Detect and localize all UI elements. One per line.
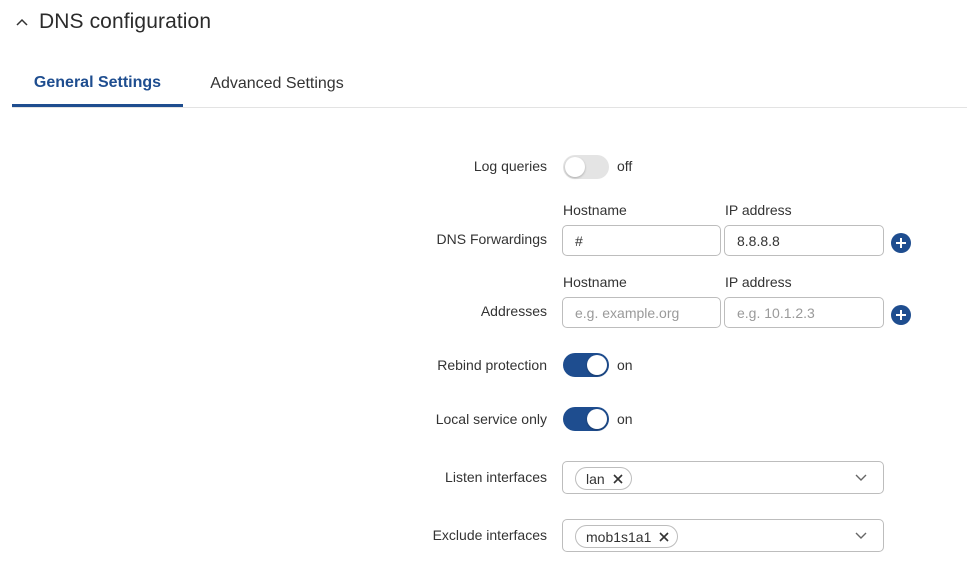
tab-advanced-settings[interactable]: Advanced Settings xyxy=(195,62,359,106)
close-icon[interactable] xyxy=(613,473,623,484)
add-address-button[interactable] xyxy=(891,305,911,325)
addresses-hostname-input[interactable] xyxy=(562,297,721,328)
tab-bar: General Settings Advanced Settings xyxy=(12,62,967,108)
addresses-ip-header: IP address xyxy=(725,274,792,290)
dns-forwardings-hostname-header: Hostname xyxy=(563,202,627,218)
rebind-protection-label: Rebind protection xyxy=(437,357,547,373)
dns-forwardings-ip-input[interactable] xyxy=(724,225,884,256)
toggle-knob xyxy=(587,409,607,429)
exclude-interfaces-label: Exclude interfaces xyxy=(432,527,547,543)
toggle-knob xyxy=(587,355,607,375)
local-service-only-label: Local service only xyxy=(435,411,547,427)
section-header[interactable]: DNS configuration xyxy=(14,6,211,38)
chevron-down-icon xyxy=(855,532,867,539)
interface-chip: mob1s1a1 xyxy=(575,525,679,548)
chevron-down-icon xyxy=(855,474,867,481)
rebind-protection-state: on xyxy=(617,357,633,373)
close-icon[interactable] xyxy=(659,531,669,542)
chevron-up-icon[interactable] xyxy=(14,14,30,30)
addresses-ip-input[interactable] xyxy=(724,297,884,328)
add-dns-forwarding-button[interactable] xyxy=(891,233,911,253)
rebind-protection-toggle[interactable] xyxy=(563,353,609,377)
local-service-only-state: on xyxy=(617,411,633,427)
interface-chip: lan xyxy=(575,467,632,490)
local-service-only-toggle[interactable] xyxy=(563,407,609,431)
exclude-interfaces-select[interactable]: mob1s1a1 xyxy=(562,519,884,552)
log-queries-toggle[interactable] xyxy=(563,155,609,179)
addresses-label: Addresses xyxy=(480,303,547,319)
addresses-hostname-header: Hostname xyxy=(563,274,627,290)
plus-icon xyxy=(896,310,906,320)
log-queries-state: off xyxy=(617,158,633,174)
chip-label: mob1s1a1 xyxy=(586,528,652,545)
listen-interfaces-label: Listen interfaces xyxy=(445,469,547,485)
log-queries-label: Log queries xyxy=(473,158,547,174)
tab-general-settings[interactable]: General Settings xyxy=(12,62,183,107)
section-title: DNS configuration xyxy=(39,10,212,33)
toggle-knob xyxy=(565,157,585,177)
plus-icon xyxy=(896,238,906,248)
dns-forwardings-hostname-input[interactable] xyxy=(562,225,721,256)
listen-interfaces-select[interactable]: lan xyxy=(562,461,884,494)
dns-forwardings-label: DNS Forwardings xyxy=(436,231,547,247)
dns-forwardings-ip-header: IP address xyxy=(725,202,792,218)
chip-label: lan xyxy=(586,470,605,487)
